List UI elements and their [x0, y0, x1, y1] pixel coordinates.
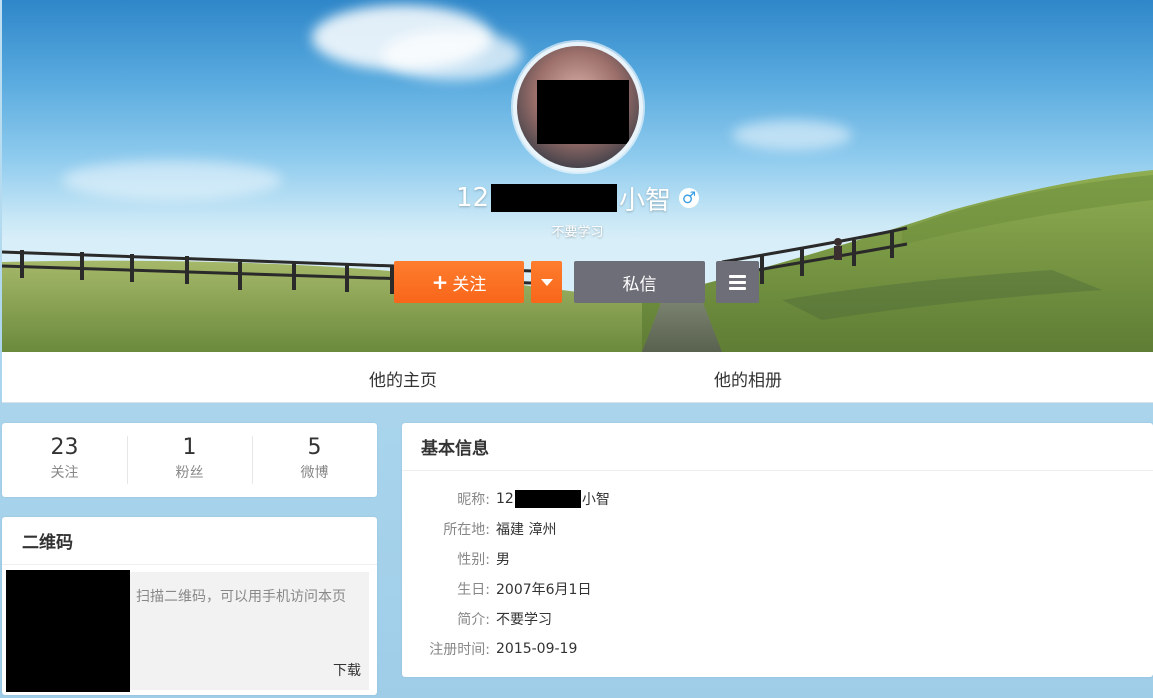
nickname-prefix: 12 [455, 183, 490, 213]
nickname-row: 12 小智 ♂ [2, 178, 1153, 218]
info-value: 不要学习 [496, 612, 552, 628]
info-row-nickname: 昵称: 12 小智 [402, 489, 610, 509]
qr-code-image [6, 570, 130, 692]
stat-value: 23 [50, 435, 79, 460]
qr-card: 二维码 扫描二维码，可以用手机访问本页 下载 [2, 517, 377, 695]
plus-icon: + [431, 270, 449, 294]
stat-posts[interactable]: 5 微博 [252, 423, 377, 497]
caret-down-icon [540, 278, 553, 286]
more-menu-button[interactable] [716, 261, 759, 303]
profile-cover: 12 小智 ♂ 不要学习 + 关注 私信 [2, 0, 1153, 352]
nickname-suffix: 小智 [619, 185, 672, 216]
info-key: 昵称: [457, 492, 490, 508]
info-key: 注册时间: [429, 642, 490, 658]
redacted-block [514, 490, 581, 508]
follow-label: 关注 [452, 274, 487, 295]
stats-card: 23 关注 1 粉丝 5 微博 [2, 423, 377, 497]
info-row-location: 所在地: 福建 漳州 [402, 519, 556, 539]
redacted-block [491, 184, 618, 212]
basic-info-title: 基本信息 [402, 423, 1153, 471]
info-row-registered: 注册时间: 2015-09-19 [402, 639, 577, 659]
info-row-bio: 简介: 不要学习 [402, 609, 552, 629]
menu-icon [729, 280, 746, 284]
menu-icon [729, 274, 746, 278]
menu-icon [729, 286, 746, 290]
info-key: 生日: [457, 582, 490, 598]
message-label: 私信 [622, 274, 657, 295]
stat-value: 1 [182, 435, 197, 460]
qr-description: 扫描二维码，可以用手机访问本页 [136, 589, 346, 605]
qr-title: 二维码 [2, 517, 377, 565]
stat-value: 5 [307, 435, 322, 460]
tab-homepage[interactable]: 他的主页 [369, 366, 437, 391]
avatar-frame[interactable] [513, 42, 643, 172]
bio-text: 不要学习 [551, 225, 604, 240]
follow-button[interactable]: + 关注 [394, 261, 524, 303]
stat-following[interactable]: 23 关注 [2, 423, 127, 497]
male-icon: ♂ [679, 188, 700, 208]
avatar[interactable] [517, 46, 639, 168]
info-value: 福建 漳州 [496, 522, 557, 538]
info-value-suffix: 小智 [581, 492, 610, 508]
stat-label: 微博 [300, 465, 329, 481]
info-key: 所在地: [443, 522, 490, 538]
message-button[interactable]: 私信 [574, 261, 705, 303]
info-row-gender: 性别: 男 [402, 549, 510, 569]
info-value: 2007年6月1日 [496, 582, 592, 598]
info-value: 2015-09-19 [496, 641, 578, 657]
profile-tabs: 他的主页 他的相册 [2, 352, 1153, 403]
stat-label: 粉丝 [175, 465, 204, 481]
info-key: 简介: [457, 612, 490, 628]
nickname: 12 小智 [456, 180, 671, 217]
basic-info-card: 基本信息 昵称: 12 小智 所在地: 福建 漳州 性别: 男 生日: 2007… [402, 423, 1153, 677]
info-value: 12 小智 [496, 489, 610, 509]
qr-panel: 扫描二维码，可以用手机访问本页 下载 [6, 570, 369, 692]
tab-album[interactable]: 他的相册 [714, 366, 782, 391]
qr-download-link[interactable]: 下载 [333, 660, 361, 680]
info-key: 性别: [457, 552, 490, 568]
redacted-block [537, 80, 629, 144]
info-value: 男 [496, 552, 510, 568]
stat-followers[interactable]: 1 粉丝 [127, 423, 252, 497]
info-value-prefix: 12 [496, 491, 514, 507]
info-row-birthday: 生日: 2007年6月1日 [402, 579, 591, 599]
follow-dropdown-button[interactable] [531, 261, 562, 303]
stat-label: 关注 [50, 465, 79, 481]
